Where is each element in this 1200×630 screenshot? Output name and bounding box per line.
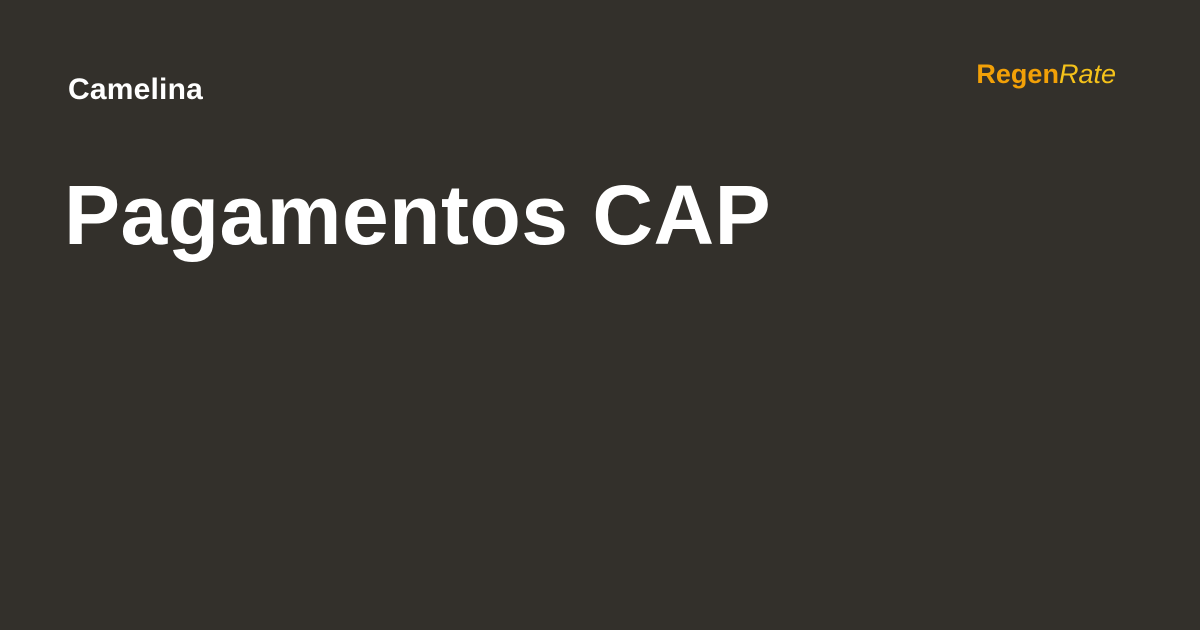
share-card: Camelina Pagamentos CAP RegenRate	[0, 0, 1200, 630]
page-title: Pagamentos CAP	[64, 168, 772, 262]
logo-text-rate: Rate	[1058, 59, 1116, 89]
category-label: Camelina	[68, 73, 203, 106]
logo-text-regen: Regen	[976, 59, 1059, 89]
regenrate-logo: RegenRate	[976, 56, 1116, 92]
